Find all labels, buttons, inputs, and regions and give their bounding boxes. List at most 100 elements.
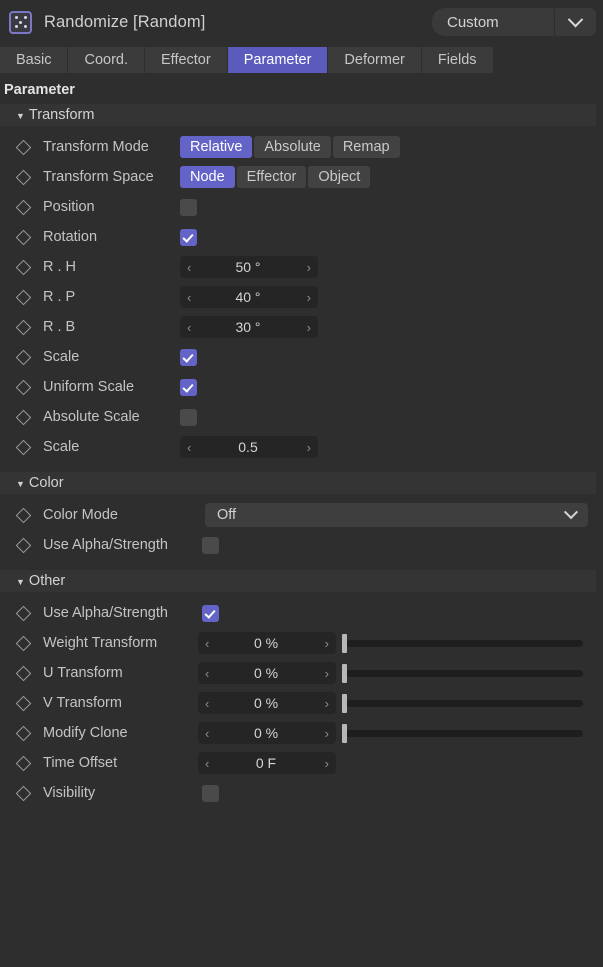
group-header-color[interactable]: ▼ Color (0, 472, 596, 494)
keyframe-diamond-icon[interactable] (15, 755, 32, 771)
keyframe-diamond-icon[interactable] (15, 319, 32, 335)
preset-value[interactable]: Custom (432, 8, 554, 36)
keyframe-diamond-icon[interactable] (15, 635, 32, 651)
label-modify-clone: Modify Clone (43, 725, 128, 741)
numeric-field-v-transform[interactable]: ‹ 0 % › (198, 692, 336, 714)
value-color-mode: Off (217, 507, 237, 523)
keyframe-diamond-icon[interactable] (15, 605, 32, 621)
slider-handle[interactable] (342, 723, 347, 743)
value-scale[interactable]: 0.5 (189, 439, 306, 455)
numeric-field-r-b[interactable]: ‹ 30 ° › (180, 316, 318, 338)
value-r-p[interactable]: 40 ° (189, 289, 306, 305)
numeric-field-time-offset[interactable]: ‹ 0 F › (198, 752, 336, 774)
value-v-transform[interactable]: 0 % (207, 695, 324, 711)
seg-absolute[interactable]: Absolute (254, 136, 331, 158)
checkbox-other-use-alpha[interactable] (202, 604, 219, 622)
slider-u-transform[interactable] (340, 662, 583, 684)
control-weight-transform: ‹ 0 % › (198, 632, 336, 654)
label-transform-space: Transform Space (43, 169, 154, 185)
checkbox-uniform-scale[interactable] (180, 378, 197, 396)
stepper-right-icon[interactable]: › (325, 697, 329, 710)
keyframe-diamond-icon[interactable] (15, 537, 32, 553)
numeric-field-u-transform[interactable]: ‹ 0 % › (198, 662, 336, 684)
checkbox-color-use-alpha[interactable] (202, 536, 219, 554)
numeric-field-weight-transform[interactable]: ‹ 0 % › (198, 632, 336, 654)
seg-relative[interactable]: Relative (180, 136, 253, 158)
group-header-other[interactable]: ▼ Other (0, 570, 596, 592)
value-modify-clone[interactable]: 0 % (207, 725, 324, 741)
tab-coord[interactable]: Coord. (68, 47, 144, 73)
value-time-offset[interactable]: 0 F (207, 755, 324, 771)
label-visibility: Visibility (43, 785, 96, 801)
keyframe-diamond-icon[interactable] (15, 409, 32, 425)
stepper-right-icon[interactable]: › (325, 757, 329, 770)
object-title: Randomize [Random] (44, 12, 206, 31)
label-r-h: R . H (43, 259, 77, 275)
slider-weight-transform[interactable] (340, 632, 583, 654)
numeric-field-r-p[interactable]: ‹ 40 ° › (180, 286, 318, 308)
triangle-down-icon: ▼ (16, 576, 25, 587)
value-u-transform[interactable]: 0 % (207, 665, 324, 681)
seg-object[interactable]: Object (308, 166, 371, 188)
keyframe-diamond-icon[interactable] (15, 259, 32, 275)
stepper-right-icon[interactable]: › (325, 727, 329, 740)
dropdown-color-mode[interactable]: Off (205, 503, 588, 527)
group-header-transform[interactable]: ▼ Transform (0, 104, 596, 126)
preset-selector[interactable]: Custom (432, 8, 596, 36)
stepper-right-icon[interactable]: › (307, 261, 311, 274)
checkbox-position[interactable] (180, 198, 197, 216)
stepper-right-icon[interactable]: › (307, 321, 311, 334)
keyframe-diamond-icon[interactable] (15, 439, 32, 455)
label-scale-value: Scale (43, 439, 80, 455)
checkbox-scale[interactable] (180, 348, 197, 366)
slider-v-transform[interactable] (340, 692, 583, 714)
value-weight-transform[interactable]: 0 % (207, 635, 324, 651)
chevron-down-icon[interactable] (555, 8, 596, 36)
keyframe-diamond-icon[interactable] (15, 139, 32, 155)
keyframe-diamond-icon[interactable] (15, 349, 32, 365)
keyframe-diamond-icon[interactable] (15, 695, 32, 711)
keyframe-diamond-icon[interactable] (15, 725, 32, 741)
stepper-right-icon[interactable]: › (307, 441, 311, 454)
group-label-color: Color (28, 475, 64, 491)
value-r-h[interactable]: 50 ° (189, 259, 306, 275)
tab-basic[interactable]: Basic (0, 47, 68, 73)
row-color-use-alpha: Use Alpha/Strength (0, 530, 603, 560)
keyframe-diamond-icon[interactable] (15, 289, 32, 305)
seg-node[interactable]: Node (180, 166, 235, 188)
stepper-right-icon[interactable]: › (325, 667, 329, 680)
tab-effector[interactable]: Effector (145, 47, 227, 73)
keyframe-diamond-icon[interactable] (15, 229, 32, 245)
group-label-other: Other (28, 573, 66, 589)
control-scale (180, 348, 197, 366)
numeric-field-modify-clone[interactable]: ‹ 0 % › (198, 722, 336, 744)
checkbox-visibility[interactable] (202, 784, 219, 802)
keyframe-diamond-icon[interactable] (15, 785, 32, 801)
triangle-down-icon: ▼ (16, 478, 25, 489)
stepper-right-icon[interactable]: › (325, 637, 329, 650)
numeric-field-scale[interactable]: ‹ 0.5 › (180, 436, 318, 458)
seg-remap[interactable]: Remap (332, 136, 400, 158)
control-color-mode: Off (205, 503, 588, 527)
keyframe-diamond-icon[interactable] (15, 199, 32, 215)
slider-handle[interactable] (342, 663, 347, 683)
stepper-right-icon[interactable]: › (307, 291, 311, 304)
control-u-transform: ‹ 0 % › (198, 662, 336, 684)
keyframe-diamond-icon[interactable] (15, 507, 32, 523)
seg-effector[interactable]: Effector (236, 166, 307, 188)
slider-handle[interactable] (342, 693, 347, 713)
tab-fields[interactable]: Fields (421, 47, 493, 73)
keyframe-diamond-icon[interactable] (15, 379, 32, 395)
slider-modify-clone[interactable] (340, 722, 583, 744)
control-r-p: ‹ 40 ° › (180, 286, 318, 308)
checkbox-absolute-scale[interactable] (180, 408, 197, 426)
tab-parameter[interactable]: Parameter (227, 47, 328, 73)
keyframe-diamond-icon[interactable] (15, 169, 32, 185)
control-position (180, 198, 197, 216)
keyframe-diamond-icon[interactable] (15, 665, 32, 681)
tab-deformer[interactable]: Deformer (328, 47, 421, 73)
checkbox-rotation[interactable] (180, 228, 197, 246)
value-r-b[interactable]: 30 ° (189, 319, 306, 335)
numeric-field-r-h[interactable]: ‹ 50 ° › (180, 256, 318, 278)
slider-handle[interactable] (342, 633, 347, 653)
